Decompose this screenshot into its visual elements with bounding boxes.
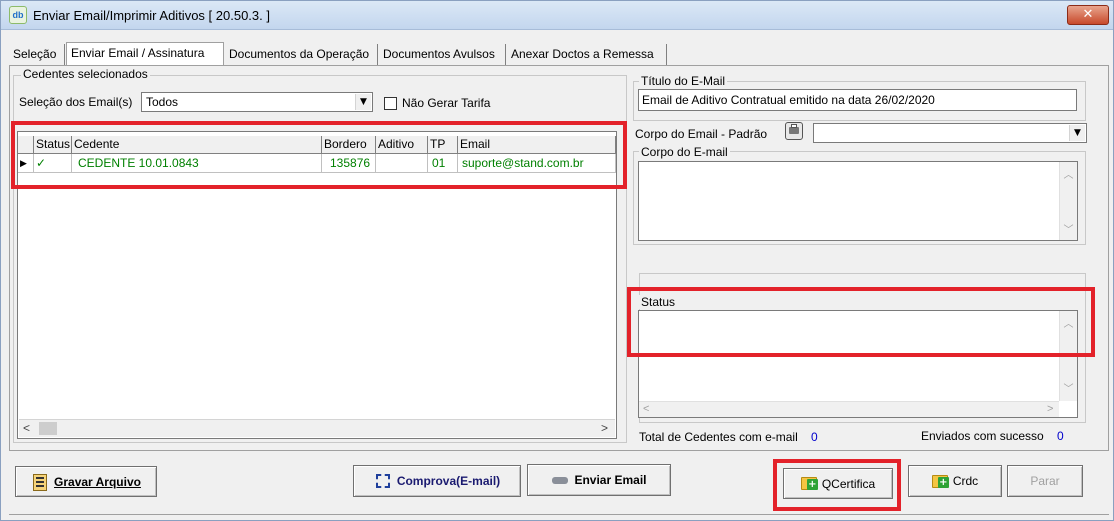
scroll-right-icon[interactable]: >	[1047, 403, 1053, 415]
total-cedentes-value: 0	[811, 430, 818, 444]
corpo-padrao-select[interactable]: ▼	[813, 123, 1087, 143]
crdc-button[interactable]: Crdc	[908, 465, 1002, 497]
titulo-input[interactable]: Email de Aditivo Contratual emitido na d…	[638, 89, 1077, 111]
enviar-email-button[interactable]: Enviar Email	[527, 464, 671, 496]
gravar-arquivo-label: Gravar Arquivo	[54, 474, 141, 489]
scroll-right-icon[interactable]: >	[601, 421, 608, 435]
tab-documentos-operacao[interactable]: Documentos da Operação	[225, 44, 378, 66]
selecao-emails-label: Seleção dos Email(s)	[19, 95, 133, 109]
comprova-email-label: Comprova(E-mail)	[396, 474, 501, 488]
highlight-status-box	[627, 287, 1095, 357]
parar-label: Parar	[1030, 474, 1060, 488]
scroll-down-icon[interactable]: ﹀	[1060, 380, 1077, 395]
app-logo-icon: db	[9, 6, 27, 24]
folder-add-icon	[931, 474, 949, 488]
parar-button[interactable]: Parar	[1007, 465, 1083, 497]
gravar-arquivo-button[interactable]: Gravar Arquivo	[15, 466, 157, 497]
selecao-emails-select[interactable]: Todos ▼	[141, 92, 373, 112]
status-horizontal-scrollbar[interactable]: < >	[639, 401, 1059, 417]
scroll-up-icon[interactable]: ︿	[1060, 166, 1077, 181]
corpo-vertical-scrollbar[interactable]: ︿ ﹀	[1059, 162, 1077, 240]
window-title: Enviar Email/Imprimir Aditivos [ 20.50.3…	[33, 8, 270, 23]
total-cedentes-label: Total de Cedentes com e-mail	[639, 430, 798, 444]
crdc-label: Crdc	[952, 474, 979, 488]
app-window: db Enviar Email/Imprimir Aditivos [ 20.5…	[0, 0, 1114, 521]
enviados-value: 0	[1057, 429, 1064, 443]
highlight-grid-box	[11, 121, 627, 189]
clipboard-icon	[31, 473, 49, 491]
printer-icon[interactable]	[785, 122, 803, 140]
corpo-textarea[interactable]: ︿ ﹀	[638, 161, 1078, 241]
close-button[interactable]: ✕	[1067, 5, 1109, 25]
chevron-down-icon[interactable]: ▼	[355, 94, 371, 110]
chevron-down-icon[interactable]: ▼	[1069, 125, 1085, 141]
tab-documentos-avulsos[interactable]: Documentos Avulsos	[379, 44, 506, 66]
scroll-left-icon[interactable]: <	[23, 421, 30, 435]
titulo-value: Email de Aditivo Contratual emitido na d…	[642, 93, 935, 107]
enviados-label: Enviados com sucesso	[921, 429, 1044, 443]
nao-gerar-tarifa-label: Não Gerar Tarifa	[402, 96, 491, 110]
handshake-icon	[551, 471, 569, 489]
bottom-status-strip	[9, 514, 1109, 520]
titulo-label: Título do E-Mail	[639, 74, 728, 88]
tab-selecao[interactable]: Seleção	[9, 44, 65, 66]
tab-enviar-email-assinatura[interactable]: Enviar Email / Assinatura	[66, 42, 224, 66]
corpo-padrao-label: Corpo do Email - Padrão	[635, 127, 768, 141]
cedentes-group-label: Cedentes selecionados	[21, 67, 150, 81]
grid-horizontal-scrollbar[interactable]: < >	[19, 419, 615, 437]
scroll-left-icon[interactable]: <	[643, 403, 649, 415]
tab-anexar-doctos-remessa[interactable]: Anexar Doctos a Remessa	[507, 44, 667, 66]
nao-gerar-tarifa-checkbox[interactable]	[384, 97, 397, 110]
frame-select-icon	[374, 472, 392, 490]
title-bar: db Enviar Email/Imprimir Aditivos [ 20.5…	[1, 1, 1113, 30]
scroll-down-icon[interactable]: ﹀	[1060, 221, 1077, 236]
enviar-email-label: Enviar Email	[574, 473, 647, 487]
selecao-emails-value: Todos	[146, 95, 179, 109]
scroll-thumb[interactable]	[39, 422, 57, 435]
highlight-qcertifica-box	[773, 459, 901, 511]
comprova-email-button[interactable]: Comprova(E-mail)	[353, 465, 521, 497]
corpo-label: Corpo do E-mail	[639, 145, 730, 159]
